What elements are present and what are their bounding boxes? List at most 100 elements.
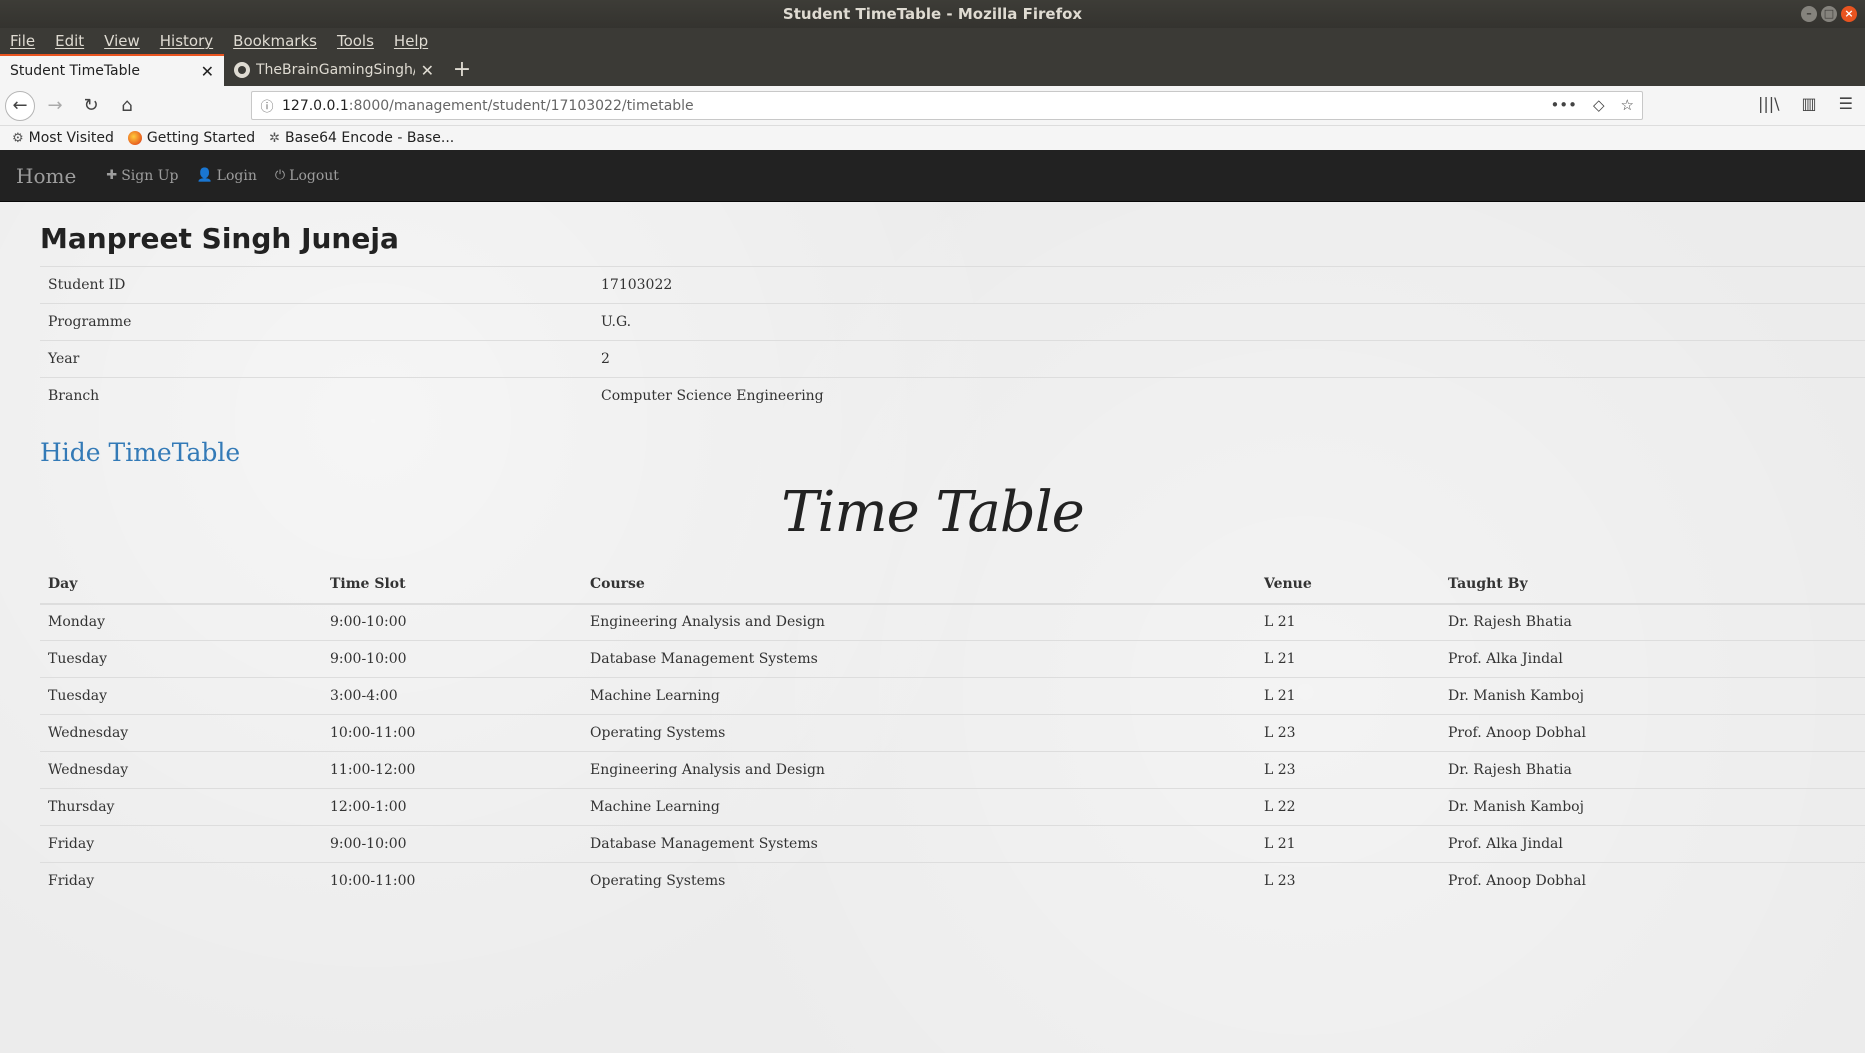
info-key: Programme [40, 303, 593, 341]
close-window-icon[interactable]: × [1841, 6, 1857, 22]
tab-title: TheBrainGamingSingh/T [256, 62, 415, 78]
table-cell: 9:00-10:00 [322, 640, 582, 678]
reload-icon[interactable]: ↻ [75, 90, 107, 122]
info-icon[interactable]: ⓘ [252, 96, 282, 115]
table-cell: Tuesday [40, 640, 322, 678]
power-icon: ⏻ [274, 168, 286, 183]
site-navbar: Home ✚ Sign Up 👤 Login ⏻ Logout [0, 150, 1865, 202]
url-path: :8000/management/student/17103022/timeta… [348, 97, 694, 114]
nav-toolbar: ← → ↻ ⌂ ⓘ 127.0.0.1:8000/management/stud… [0, 86, 1865, 126]
column-header: Venue [1256, 565, 1440, 605]
menu-history[interactable]: History [160, 32, 213, 50]
table-row: Monday 9:00-10:00 Engineering Analysis and… [40, 603, 1865, 641]
table-cell: L 23 [1256, 751, 1440, 789]
firefox-icon [127, 131, 142, 145]
info-row: Student ID 17103022 [40, 266, 1865, 304]
table-cell: Dr. Manish Kamboj [1440, 677, 1865, 715]
table-cell: 12:00-1:00 [322, 788, 582, 826]
login-link[interactable]: 👤 Login [196, 168, 256, 184]
table-cell: Machine Learning [582, 788, 1256, 826]
tab-student-timetable[interactable]: Student TimeTable ✕ [0, 54, 224, 86]
timetable-title: Time Table [781, 479, 1085, 545]
table-row: Tuesday 9:00-10:00 Database Management Sys… [40, 640, 1865, 678]
window-titlebar: Student TimeTable - Mozilla Firefox – □ … [0, 0, 1865, 28]
hide-timetable-link[interactable]: Hide TimeTable [40, 438, 1865, 470]
logout-link[interactable]: ⏻ Logout [275, 168, 339, 184]
signup-link[interactable]: ✚ Sign Up [106, 168, 178, 184]
signup-label: Sign Up [121, 167, 179, 184]
new-tab-icon[interactable]: + [444, 54, 480, 86]
plus-icon: ✚ [106, 168, 118, 183]
info-key: Student ID [40, 266, 593, 304]
window-controls: – □ × [1801, 6, 1857, 22]
info-key: Year [40, 340, 593, 378]
table-cell: Database Management Systems [582, 825, 1256, 863]
bookmark-star-icon[interactable]: ☆ [1621, 96, 1634, 114]
table-cell: L 21 [1256, 640, 1440, 678]
gear-icon: ⚙ [12, 130, 24, 146]
info-value: U.G. [593, 303, 1865, 341]
table-cell: Wednesday [40, 714, 322, 752]
main-content: Manpreet Singh Juneja Student ID 17103022… [40, 202, 1865, 900]
info-value: 17103022 [593, 266, 1865, 304]
table-row: Tuesday 3:00-4:00 Machine Learning L 21 Dr. … [40, 677, 1865, 715]
table-cell: L 23 [1256, 862, 1440, 900]
github-icon [234, 62, 250, 78]
home-link[interactable]: Home [16, 164, 76, 188]
table-cell: Wednesday [40, 751, 322, 789]
pocket-icon[interactable]: ◇ [1593, 96, 1605, 114]
library-icon[interactable]: |||\ [1758, 94, 1780, 113]
table-cell: Operating Systems [582, 714, 1256, 752]
column-header: Course [582, 565, 1256, 605]
info-row: Branch Computer Science Engineering [40, 377, 1865, 415]
login-label: Login [216, 167, 257, 184]
back-icon[interactable]: ← [5, 90, 35, 121]
tab-title: Student TimeTable [10, 63, 141, 79]
hamburger-menu-icon[interactable]: ☰ [1839, 94, 1853, 113]
base64-site-icon: ✲ [269, 130, 281, 146]
logout-label: Logout [289, 167, 339, 184]
table-row: Wednesday 11:00-12:00 Engineering Analysis… [40, 751, 1865, 789]
table-cell: L 21 [1256, 603, 1440, 641]
url-host: 127.0.0.1 [282, 97, 349, 114]
close-tab-icon[interactable]: ✕ [421, 61, 434, 80]
bookmark-getting-started[interactable]: Getting Started [127, 130, 256, 146]
menu-file[interactable]: File [10, 32, 35, 50]
table-row: Friday 9:00-10:00 Database Management Syst… [40, 825, 1865, 863]
table-cell: 11:00-12:00 [322, 751, 582, 789]
menu-edit[interactable]: Edit [55, 32, 84, 50]
info-key: Branch [40, 377, 593, 415]
maximize-icon[interactable]: □ [1821, 6, 1837, 22]
window-title: Student TimeTable - Mozilla Firefox [782, 5, 1083, 23]
menu-view[interactable]: View [104, 32, 140, 50]
sidebar-icon[interactable]: ▥ [1802, 94, 1817, 113]
column-header: Taught By [1440, 565, 1865, 605]
bookmark-most-visited[interactable]: ⚙ Most Visited [12, 130, 114, 146]
menu-tools[interactable]: Tools [337, 32, 374, 50]
tab-bar: Student TimeTable ✕ TheBrainGamingSingh/… [0, 54, 1865, 86]
close-tab-icon[interactable]: ✕ [201, 62, 214, 81]
bookmarks-toolbar: ⚙ Most Visited Getting Started ✲ Base64 … [0, 126, 1865, 150]
bookmark-base64[interactable]: ✲ Base64 Encode - Base... [269, 130, 454, 146]
student-name: Manpreet Singh Juneja [40, 222, 399, 255]
table-cell: 9:00-10:00 [322, 603, 582, 641]
home-icon[interactable]: ⌂ [111, 90, 143, 122]
bookmark-label: Getting Started [146, 130, 256, 146]
forward-icon[interactable]: → [39, 90, 71, 122]
table-row: Thursday 12:00-1:00 Machine Learning L 22 Dr… [40, 788, 1865, 826]
table-cell: L 23 [1256, 714, 1440, 752]
page-actions-icon[interactable]: ••• [1550, 96, 1577, 114]
table-cell: Engineering Analysis and Design [582, 603, 1256, 641]
table-cell: Prof. Alka Jindal [1440, 825, 1865, 863]
menu-help[interactable]: Help [394, 32, 428, 50]
minimize-icon[interactable]: – [1801, 6, 1817, 22]
table-cell: Dr. Rajesh Bhatia [1440, 751, 1865, 789]
tab-github[interactable]: TheBrainGamingSingh/T ✕ [224, 54, 444, 86]
menu-bookmarks[interactable]: Bookmarks [233, 32, 317, 50]
url-bar[interactable]: ⓘ 127.0.0.1:8000/management/student/1710… [251, 91, 1643, 120]
user-icon: 👤 [196, 168, 213, 183]
info-value: 2 [593, 340, 1865, 378]
table-cell: Monday [40, 603, 322, 641]
table-cell: Database Management Systems [582, 640, 1256, 678]
table-cell: L 21 [1256, 677, 1440, 715]
